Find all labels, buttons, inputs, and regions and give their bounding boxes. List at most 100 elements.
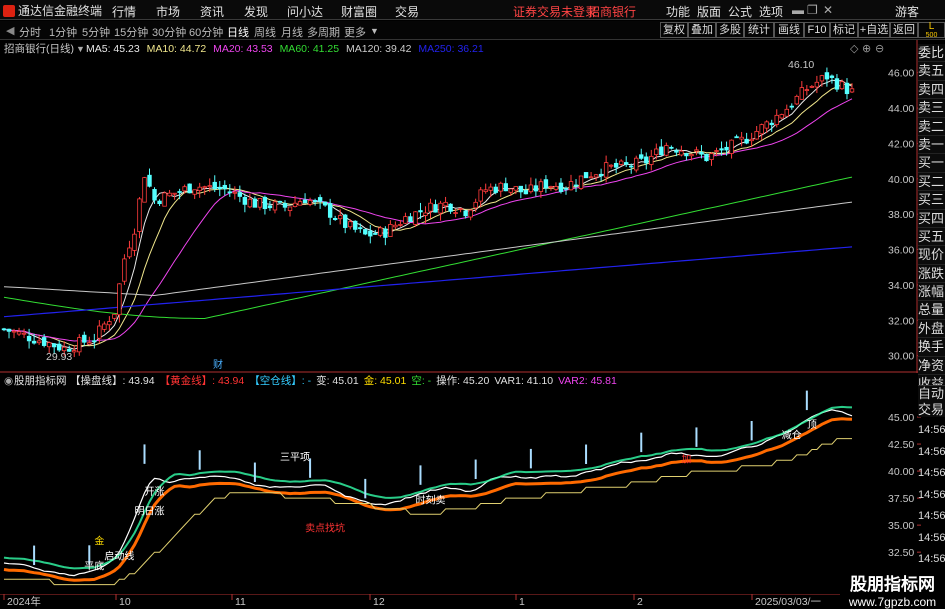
- candle-body: [327, 203, 333, 218]
- candle-body: [72, 350, 77, 353]
- finance-marker[interactable]: 财: [213, 358, 223, 371]
- price-tick-label: 38.00: [888, 209, 914, 221]
- price-tick-label: 30.00: [888, 351, 914, 363]
- candle-body: [282, 202, 288, 208]
- quote-field-7[interactable]: 买二: [918, 172, 945, 192]
- candle-body: [232, 191, 238, 194]
- date-label: 1: [519, 596, 525, 608]
- candle-body: [563, 187, 569, 190]
- ma250-label: MA250: 36.21: [418, 43, 484, 55]
- candle-body: [87, 342, 92, 345]
- zoom-in-icon[interactable]: ⊕: [862, 43, 871, 55]
- sub-settings-icon[interactable]: ◉: [4, 375, 13, 387]
- watermark-url: www.7gpzb.com: [848, 595, 937, 609]
- app-window: { "app":{"name":"通达信金融终端","warn":"证券交易未登…: [0, 0, 945, 609]
- quote-field-1[interactable]: 卖五: [918, 62, 945, 81]
- signal-label: 卖点找坑: [305, 522, 345, 535]
- quote-field-3[interactable]: 卖三: [918, 99, 945, 118]
- candle-body: [237, 192, 243, 197]
- candle-body: [152, 189, 157, 201]
- ma-dropdown-icon[interactable]: ▼: [76, 44, 85, 54]
- signal-label: 顶: [807, 419, 817, 431]
- candle-body: [679, 150, 684, 156]
- quote-field-15[interactable]: 外盘: [918, 319, 945, 339]
- candle-body: [307, 200, 313, 205]
- candle-body: [473, 201, 478, 209]
- candle-body: [383, 228, 388, 238]
- candle-body: [413, 211, 418, 225]
- candle-body: [26, 335, 32, 342]
- quote-field-8[interactable]: 买三: [918, 191, 945, 210]
- candle-body: [31, 340, 37, 344]
- candle-body: [749, 138, 754, 142]
- candle-body: [734, 136, 739, 139]
- date-label: 2025/03/03/一: [755, 596, 821, 608]
- candle-body: [603, 162, 609, 178]
- candle-body: [844, 82, 850, 95]
- candle-body: [202, 186, 207, 189]
- quote-field-5[interactable]: 卖一: [918, 135, 945, 155]
- candle-body: [674, 150, 679, 153]
- candle-body: [217, 186, 222, 190]
- candle-body: [207, 185, 212, 188]
- quote-field-9[interactable]: 买四: [918, 209, 945, 228]
- site-watermark: 股朋指标网 www.7gpzb.com: [840, 567, 945, 609]
- quote-field-2[interactable]: 卖四: [918, 80, 945, 100]
- candle-body: [363, 229, 368, 235]
- candle-body: [789, 105, 794, 108]
- candle-body: [528, 184, 534, 193]
- candle-body: [408, 216, 413, 223]
- candle-body: [478, 189, 483, 202]
- time-entry: 14:56: [918, 510, 945, 522]
- quote-field-0[interactable]: 委比: [918, 44, 945, 63]
- candle-body: [573, 184, 579, 187]
- quote-field-14[interactable]: 总量: [918, 301, 945, 320]
- date-label: 2024年: [7, 595, 41, 608]
- quote-field-6[interactable]: 买一: [918, 154, 945, 173]
- candle-body: [659, 146, 664, 156]
- candle-body: [463, 210, 468, 217]
- indicator-tick-label: 37.50: [888, 493, 914, 505]
- candle-body: [137, 198, 142, 232]
- candle-body: [809, 85, 815, 88]
- quote-field-13[interactable]: 涨幅: [918, 283, 945, 302]
- time-entry: 14:56: [918, 467, 945, 479]
- date-axis: 2024年 10 11 12 1 2 2025/03/03/一: [3, 594, 821, 608]
- quote-field-12[interactable]: 涨跌: [918, 264, 945, 284]
- candle-body: [353, 220, 358, 230]
- candle-body: [77, 337, 82, 353]
- candle-body: [182, 186, 187, 192]
- candle-body: [348, 221, 353, 228]
- settings-diamond-icon[interactable]: ◇: [850, 43, 859, 55]
- candle-body: [127, 247, 132, 258]
- quote-field-4[interactable]: 卖二: [918, 117, 945, 136]
- candle-body: [709, 153, 714, 160]
- quote-side-panel: 委比 卖五 卖四 卖三 卖二 卖一 买一 买二 买三 买四 买五 现价 涨跌 涨幅 总量 外盘 换手 净资 收益: [918, 44, 945, 394]
- candle-body: [51, 343, 57, 348]
- candle-body: [739, 136, 744, 140]
- quote-field-10[interactable]: 买五: [918, 227, 945, 247]
- candle-body: [388, 224, 393, 237]
- sub-legend-item: 金: 45.01: [364, 374, 407, 387]
- candle-body: [6, 328, 12, 332]
- quote-field-11[interactable]: 现价: [918, 246, 945, 265]
- candle-body: [513, 186, 519, 191]
- candle-body: [714, 150, 719, 152]
- candle-body: [252, 198, 258, 208]
- signal-label: 三平项: [280, 451, 310, 463]
- signal-label: 时刻卖: [415, 494, 445, 507]
- candle-body: [629, 165, 634, 168]
- price-tick-label: 36.00: [888, 245, 914, 257]
- quote-field-16[interactable]: 换手: [918, 338, 945, 357]
- candle-body: [684, 153, 689, 157]
- sub-legend-item: 变: 45.01: [316, 374, 359, 387]
- candle-body: [297, 201, 303, 206]
- candle-body: [593, 174, 599, 178]
- chart-area[interactable]: 招商银行(日线) ▼ MA5: 45.23 MA10: 44.72 MA20: …: [0, 0, 945, 609]
- candle-body: [503, 183, 508, 192]
- candle-body: [337, 215, 343, 220]
- auto-trade-panel[interactable]: 自动 交易: [918, 385, 945, 417]
- quote-field-17[interactable]: 净资: [918, 356, 945, 376]
- zoom-out-icon[interactable]: ⊖: [875, 43, 884, 55]
- candle-body: [568, 181, 574, 191]
